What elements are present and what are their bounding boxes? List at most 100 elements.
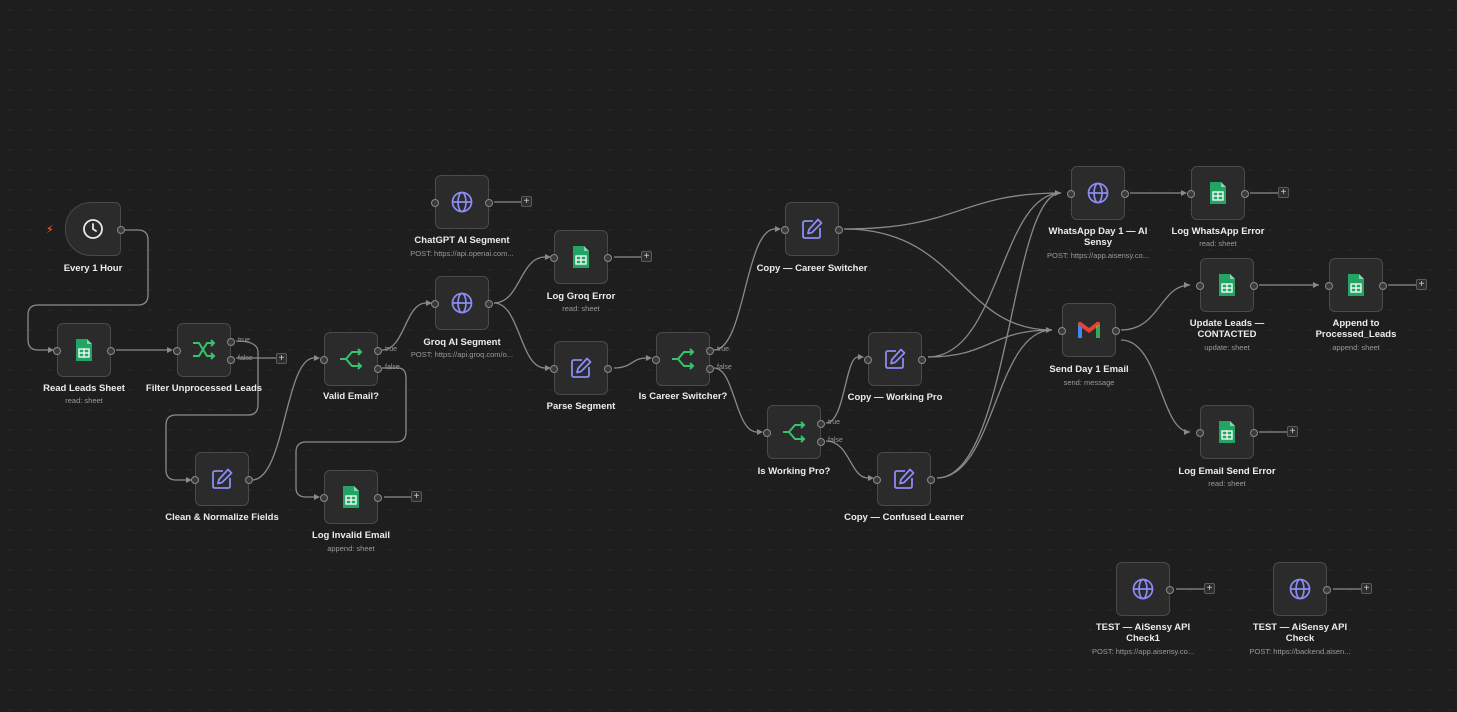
output-handle[interactable] [107,347,115,355]
input-handle[interactable] [191,476,199,484]
node-subtitle: append: sheet [1332,343,1380,352]
node-send-day1-email[interactable] [1058,303,1120,357]
input-handle[interactable] [781,226,789,234]
input-handle[interactable] [320,494,328,502]
input-handle[interactable] [1067,190,1075,198]
add-node-button[interactable]: + [276,353,287,364]
add-node-button[interactable]: + [1361,583,1372,594]
globe-icon [449,290,475,316]
input-handle[interactable] [1196,282,1204,290]
node-clean-normalize-fields[interactable] [191,452,253,506]
node-test-aisensy-check1[interactable] [1116,562,1174,616]
node-log-invalid-email[interactable] [320,470,382,524]
output-handle[interactable] [1241,190,1249,198]
if-branch-icon [670,346,696,372]
node-copy-working-pro[interactable] [864,332,926,386]
output-handle[interactable] [245,476,253,484]
branch-label-false: false [828,437,843,444]
add-node-button[interactable]: + [1278,187,1289,198]
output-handle[interactable] [604,365,612,373]
node-log-whatsapp-error[interactable] [1187,166,1249,220]
node-valid-email[interactable] [320,332,382,386]
output-handle[interactable] [604,254,612,262]
add-node-button[interactable]: + [641,251,652,262]
output-handle-true[interactable] [817,420,825,428]
output-handle[interactable] [1121,190,1129,198]
output-handle[interactable] [1379,282,1387,290]
node-log-email-send-error[interactable] [1196,405,1258,459]
node-update-leads-contacted[interactable] [1196,258,1258,312]
input-handle[interactable] [763,429,771,437]
branch-label-true: true [828,419,841,426]
output-handle[interactable] [485,199,493,207]
node-label: Send Day 1 Email [1049,364,1129,375]
output-handle[interactable] [1166,586,1174,594]
node-copy-confused-learner[interactable] [873,452,935,506]
output-handle-false[interactable] [706,365,714,373]
input-handle[interactable] [864,356,872,364]
output-handle[interactable] [927,476,935,484]
node-is-working-pro[interactable] [763,405,825,459]
connection-career-to-gmail [843,228,1053,331]
node-is-career-switcher[interactable] [652,332,714,386]
node-append-processed-leads[interactable] [1325,258,1387,312]
input-handle[interactable] [1187,190,1195,198]
node-subtitle: POST: https://backend.aisen... [1249,647,1351,656]
add-node-button[interactable]: + [1287,426,1298,437]
node-read-leads-sheet[interactable] [53,323,115,377]
node-copy-career-switcher[interactable] [781,202,843,256]
add-node-button[interactable]: + [521,196,532,207]
output-handle-false[interactable] [227,356,235,364]
node-groq-ai-segment[interactable] [431,276,493,330]
google-sheets-icon [1343,272,1369,298]
output-handle[interactable] [1250,429,1258,437]
output-handle[interactable] [1250,282,1258,290]
output-handle[interactable] [374,494,382,502]
input-handle[interactable] [1325,282,1333,290]
input-handle[interactable] [873,476,881,484]
add-node-button[interactable]: + [1204,583,1215,594]
google-sheets-icon [71,337,97,363]
add-node-button[interactable]: + [411,491,422,502]
connection-working-true-to-copy [825,356,859,424]
input-handle[interactable] [431,199,439,207]
output-handle[interactable] [485,300,493,308]
input-handle[interactable] [53,347,61,355]
connection-working-to-whatsapp [927,192,1062,358]
node-every-1-hour[interactable] [65,202,125,256]
input-handle[interactable] [320,356,328,364]
node-test-aisensy-check[interactable] [1273,562,1331,616]
output-handle[interactable] [835,226,843,234]
output-handle-true[interactable] [374,347,382,355]
node-label: Log WhatsApp Error [1171,226,1265,237]
output-handle-false[interactable] [374,365,382,373]
output-handle[interactable] [1112,327,1120,335]
input-handle[interactable] [1058,327,1066,335]
connection-parse-to-switcher [613,357,647,369]
add-node-button[interactable]: + [1416,279,1427,290]
input-handle[interactable] [652,356,660,364]
output-handle[interactable] [1323,586,1331,594]
input-handle[interactable] [550,365,558,373]
node-label: Append to Processed_Leads [1315,318,1397,340]
output-handle[interactable] [918,356,926,364]
node-label: Log Groq Error [546,291,616,302]
input-handle[interactable] [431,300,439,308]
input-handle[interactable] [1196,429,1204,437]
output-handle[interactable] [117,226,125,234]
output-handle-true[interactable] [706,347,714,355]
node-log-groq-error[interactable] [550,230,612,284]
output-handle-false[interactable] [817,438,825,446]
output-handle-true[interactable] [227,338,235,346]
input-handle[interactable] [550,254,558,262]
node-filter-unprocessed-leads[interactable] [173,323,235,377]
node-parse-segment[interactable] [550,341,612,395]
workflow-canvas[interactable]: ⚡ Every 1 Hour Read Leads Sheet read: sh… [0,0,1457,712]
node-label: Valid Email? [323,391,379,402]
input-handle[interactable] [173,347,181,355]
filter-branch-icon [191,337,217,363]
node-whatsapp-day1-aisensy[interactable] [1067,166,1129,220]
node-label: ChatGPT AI Segment [414,235,510,246]
google-sheets-icon [1205,180,1231,206]
node-chatgpt-ai-segment[interactable] [431,175,493,229]
